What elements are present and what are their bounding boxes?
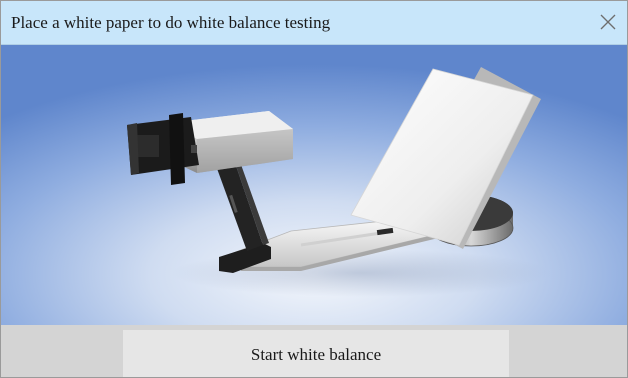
start-white-balance-button[interactable]: Start white balance	[123, 330, 509, 377]
close-button[interactable]	[591, 5, 625, 39]
dialog-titlebar: Place a white paper to do white balance …	[1, 1, 627, 45]
white-balance-dialog: Place a white paper to do white balance …	[0, 0, 628, 378]
close-icon	[600, 14, 616, 30]
dialog-footer: Start white balance	[1, 325, 627, 377]
scanner-illustration	[1, 45, 627, 325]
dialog-title: Place a white paper to do white balance …	[11, 13, 331, 32]
